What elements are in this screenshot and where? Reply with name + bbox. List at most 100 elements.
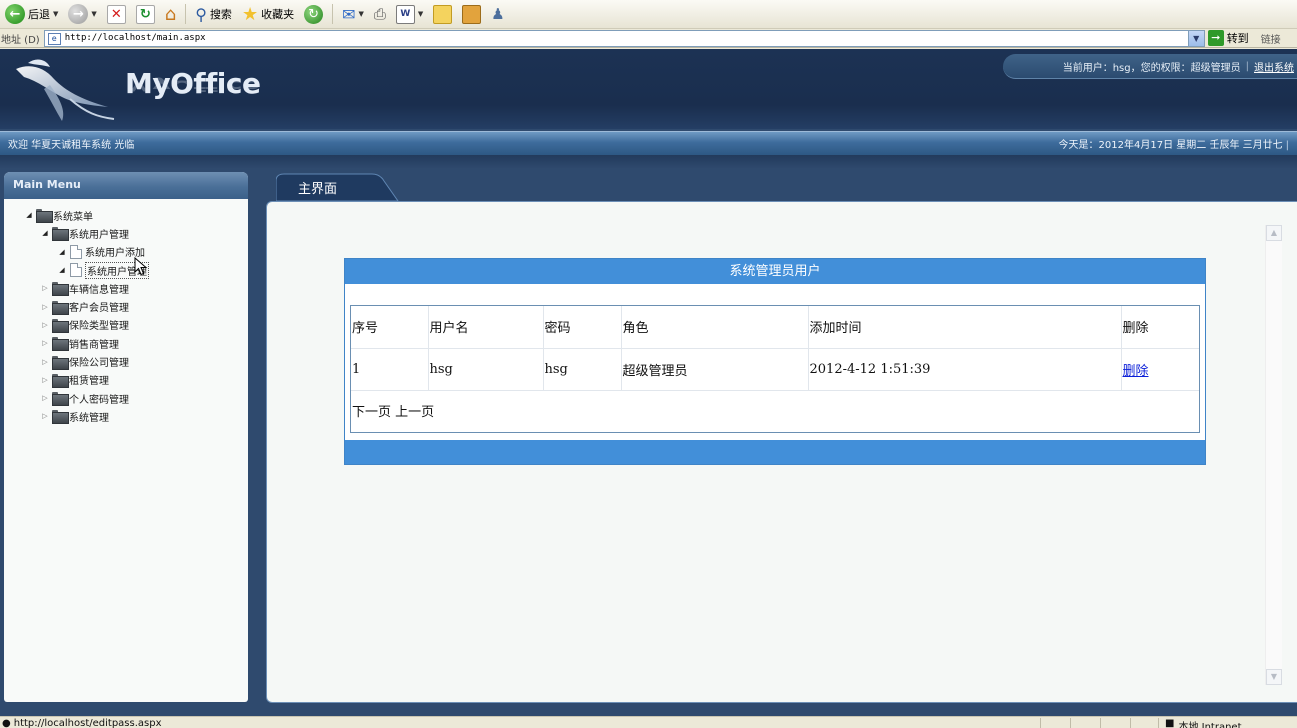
- forward-dropdown-icon[interactable]: ▼: [91, 10, 96, 18]
- collapsed-icon[interactable]: ▷: [40, 376, 50, 384]
- collapsed-icon[interactable]: ▷: [40, 303, 50, 311]
- tree-item-label[interactable]: 车辆信息管理: [69, 281, 129, 296]
- stop-button[interactable]: ✕: [104, 2, 129, 26]
- go-label: 转到: [1226, 32, 1249, 45]
- go-arrow-icon: ➞: [1207, 30, 1224, 46]
- expand-icon[interactable]: ◢: [40, 229, 50, 237]
- mail-icon: ✉: [342, 4, 356, 24]
- tree-item-rental[interactable]: ▷ 租赁管理: [4, 371, 248, 389]
- edit-icon: W: [395, 4, 415, 24]
- security-zone: ■ 本地 Intranet: [1165, 718, 1242, 728]
- tree-item-label[interactable]: 保险类型管理: [69, 317, 129, 332]
- tree-item-insurance-type[interactable]: ▷ 保险类型管理: [4, 316, 248, 334]
- tree-item-manage-users[interactable]: ◢ 系统用户管理: [4, 261, 248, 279]
- delete-link[interactable]: 删除: [1123, 364, 1149, 379]
- collapsed-icon[interactable]: ▷: [40, 412, 50, 420]
- folder-icon: [52, 337, 69, 352]
- admin-users-grid: 系统管理员用户 序号 用户名 密码 角色 添加时间 删除 1 hsg hsg 超…: [344, 258, 1206, 465]
- folder-icon: [52, 227, 69, 242]
- tree-item-vehicle-info[interactable]: ▷ 车辆信息管理: [4, 279, 248, 297]
- collapsed-icon[interactable]: ▷: [40, 321, 50, 329]
- favorites-button[interactable]: ★ 收藏夹: [239, 2, 297, 26]
- collapsed-icon[interactable]: ▷: [40, 284, 50, 292]
- back-button[interactable]: ← 后退 ▼: [2, 2, 61, 26]
- main-menu-panel: Main Menu ◢ 系统菜单 ◢ 系统用户管理 ◢ 系统用户添加 ◢ 系统用…: [4, 172, 248, 702]
- forward-icon: →: [68, 4, 89, 24]
- collapsed-icon[interactable]: ▷: [40, 339, 50, 347]
- table-row: 1 hsg hsg 超级管理员 2012-4-12 1:51:39 删除: [351, 348, 1199, 391]
- tree-item-add-user[interactable]: ◢ 系统用户添加: [4, 243, 248, 261]
- page-icon: [70, 244, 82, 259]
- status-divider: [1040, 718, 1041, 728]
- tree-item-password[interactable]: ▷ 个人密码管理: [4, 389, 248, 407]
- browser-status-bar: ● http://localhost/editpass.aspx ■ 本地 In…: [0, 716, 1297, 728]
- go-button[interactable]: ➞ 转到: [1207, 30, 1249, 46]
- column-header-role: 角色: [621, 306, 809, 349]
- tree-item-insurer[interactable]: ▷ 保险公司管理: [4, 352, 248, 370]
- collapsed-icon[interactable]: ▷: [40, 394, 50, 402]
- tree-item-label[interactable]: 系统管理: [69, 409, 109, 424]
- folder-icon: [36, 209, 53, 224]
- collapsed-icon[interactable]: ▷: [40, 358, 50, 366]
- tree-item-label[interactable]: 客户会员管理: [69, 299, 129, 314]
- prev-page-link[interactable]: 上一页: [395, 405, 434, 420]
- address-dropdown-icon[interactable]: ▼: [1187, 29, 1205, 47]
- vertical-scrollbar[interactable]: ▲ ▼: [1265, 225, 1282, 685]
- user-info-divider: |: [1245, 60, 1249, 72]
- logout-link[interactable]: 退出系统: [1254, 59, 1294, 74]
- next-page-link[interactable]: 下一页: [352, 405, 391, 420]
- tree-item-dealer[interactable]: ▷ 销售商管理: [4, 334, 248, 352]
- edit-dropdown-icon[interactable]: ▼: [418, 10, 423, 18]
- note-button[interactable]: [430, 2, 455, 26]
- page-icon: [70, 263, 82, 278]
- scroll-down-button[interactable]: ▼: [1266, 669, 1282, 685]
- edit-button[interactable]: W ▼: [393, 2, 426, 26]
- cell-added-time: 2012-4-12 1:51:39: [808, 348, 1122, 391]
- mail-dropdown-icon[interactable]: ▼: [358, 10, 363, 18]
- tree-item-label[interactable]: 销售商管理: [69, 336, 119, 351]
- folder-icon: [52, 318, 69, 333]
- history-button[interactable]: ↻: [301, 2, 326, 26]
- home-icon: ⌂: [164, 3, 177, 25]
- status-page-icon: ●: [2, 718, 11, 728]
- logo-reflection: MyOffice: [125, 76, 261, 95]
- research-button[interactable]: [459, 2, 484, 26]
- tree-item-system[interactable]: ▷ 系统管理: [4, 407, 248, 425]
- tab-main[interactable]: 主界面: [276, 173, 406, 201]
- address-bar: 地址 (D) e http://localhost/main.aspx ▼ ➞ …: [0, 29, 1297, 48]
- toolbar-divider: [332, 4, 334, 24]
- forward-button[interactable]: → ▼: [65, 2, 99, 26]
- links-button[interactable]: 链接: [1261, 31, 1281, 46]
- search-button[interactable]: ⚲ 搜索: [192, 2, 235, 26]
- expand-icon[interactable]: ◢: [24, 211, 34, 219]
- tree-root[interactable]: ◢ 系统菜单: [4, 206, 248, 224]
- zone-label: 本地 Intranet: [1178, 722, 1242, 728]
- tree-item-label[interactable]: 租赁管理: [69, 372, 109, 387]
- cell-delete: 删除: [1121, 348, 1199, 391]
- pager-cell: 下一页 上一页: [351, 390, 1199, 430]
- cell-id: 1: [351, 348, 429, 391]
- tree-item-label[interactable]: 个人密码管理: [69, 391, 129, 406]
- history-icon: ↻: [304, 4, 324, 24]
- tree-item-label[interactable]: 保险公司管理: [69, 354, 129, 369]
- tree-item-user-management[interactable]: ◢ 系统用户管理: [4, 224, 248, 242]
- back-label: 后退: [28, 8, 50, 21]
- tree-item-label[interactable]: 系统用户管理: [69, 226, 129, 241]
- print-button[interactable]: ⎙: [371, 2, 389, 26]
- note-icon: [433, 4, 453, 24]
- column-header-id: 序号: [351, 306, 429, 349]
- tree-root-label[interactable]: 系统菜单: [53, 208, 93, 223]
- tree-item-customer[interactable]: ▷ 客户会员管理: [4, 297, 248, 315]
- folder-icon: [52, 282, 69, 297]
- refresh-button[interactable]: ↻: [133, 2, 158, 26]
- home-button[interactable]: ⌂: [162, 2, 179, 26]
- search-icon: ⚲: [195, 4, 207, 24]
- scroll-up-button[interactable]: ▲: [1266, 225, 1282, 241]
- messenger-button[interactable]: ♟: [488, 2, 507, 26]
- mail-button[interactable]: ✉ ▼: [339, 2, 367, 26]
- date-text: 今天是：2012年4月17日 星期二 壬辰年 三月廿七: [1058, 140, 1283, 151]
- status-url-area: ● http://localhost/editpass.aspx: [2, 718, 162, 728]
- address-input[interactable]: e http://localhost/main.aspx ▼: [43, 29, 1205, 47]
- messenger-icon: ♟: [491, 5, 505, 23]
- back-dropdown-icon[interactable]: ▼: [53, 10, 58, 18]
